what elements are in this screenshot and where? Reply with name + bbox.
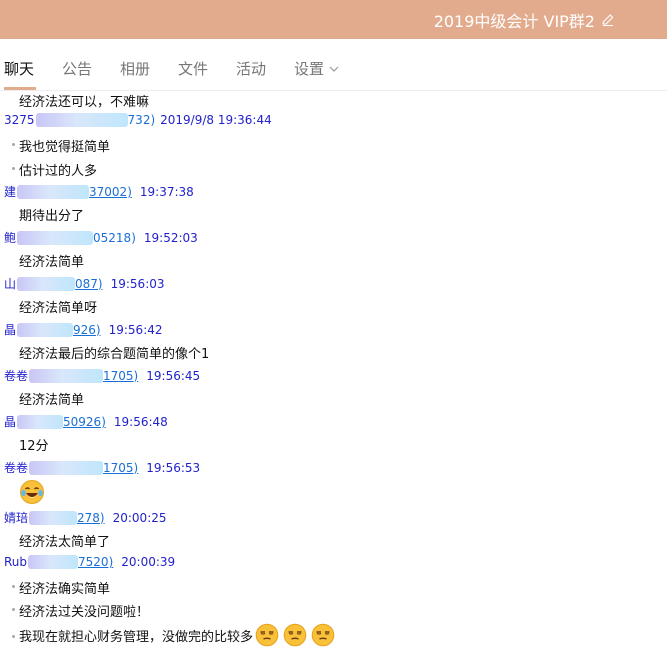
sender-name: 晶	[4, 323, 17, 337]
title-bar: 2019中级会计 VIP群2	[0, 0, 667, 39]
tab-album[interactable]: 相册	[120, 58, 150, 79]
bullet-dot	[12, 143, 15, 146]
tab-settings[interactable]: 设置	[294, 58, 339, 79]
redacted-block	[17, 414, 64, 429]
sender-name: 晶	[4, 415, 17, 429]
message-sender[interactable]: 晶 50926) 19:56:48	[4, 413, 168, 430]
redacted-block	[17, 230, 94, 245]
tab-chat[interactable]: 聊天	[4, 58, 34, 79]
message-sender[interactable]: 婧琣 278) 20:00:25	[4, 509, 167, 526]
message-sender[interactable]: Rub 7520) 20:00:39	[4, 555, 175, 569]
message-sender[interactable]: 卷卷 1705) 19:56:53	[4, 459, 200, 476]
message-time: 19:37:38	[139, 184, 194, 199]
redacted-block	[17, 322, 74, 337]
message-sender[interactable]: 卷卷 1705) 19:56:45	[4, 367, 200, 384]
message-text-with-emoji: 我现在就担心财务管理，没做完的比较多	[19, 623, 335, 647]
redacted-block	[17, 184, 90, 199]
sender-name: Rub	[4, 555, 28, 569]
tab-bar: 聊天 公告 相册 文件 活动 设置	[0, 39, 667, 91]
bullet-dot	[12, 167, 15, 170]
sender-name: 卷卷	[4, 369, 29, 383]
message-text: 我现在就担心财务管理，没做完的比较多	[19, 629, 254, 645]
message-text: 经济法确实简单	[19, 582, 111, 597]
tab-settings-label: 设置	[294, 60, 325, 78]
message-text: 经济法简单	[19, 393, 85, 408]
message-sender[interactable]: 建 37002) 19:37:38	[4, 183, 194, 200]
message-text: 12分	[19, 439, 49, 454]
message-text: 我也觉得挺简单	[19, 140, 111, 155]
sender-id[interactable]: 1705)	[103, 369, 138, 383]
message-time: 19:52:03	[143, 230, 198, 245]
message-time: 19:56:42	[108, 322, 163, 337]
message-time: 19:56:45	[146, 368, 201, 383]
redacted-block	[29, 460, 104, 475]
chat-log[interactable]: 经济法还可以，不难嘛 3275 732) 2019/9/8 19:36:44 我…	[0, 91, 667, 651]
sender-id[interactable]: 278)	[77, 511, 105, 525]
redacted-block	[35, 113, 128, 127]
redacted-block	[29, 368, 104, 383]
tears-of-joy-emoji	[20, 480, 44, 504]
chevron-down-icon	[329, 66, 339, 72]
sender-id[interactable]: 7520)	[78, 555, 113, 569]
message-time: 19:56:48	[113, 414, 168, 429]
redacted-block	[28, 555, 79, 569]
sender-id[interactable]: 50926)	[63, 415, 106, 429]
sender-id[interactable]: 926)	[73, 323, 101, 337]
message-time: 20:00:25	[112, 510, 167, 525]
message-emoji	[19, 479, 45, 505]
group-title: 2019中级会计 VIP群2	[433, 12, 595, 31]
message-text: 经济法简单	[19, 255, 85, 270]
message-time: 19:56:53	[146, 460, 201, 475]
message-text: 经济法太简单了	[19, 535, 111, 550]
message-text: 经济法过关没问题啦！	[19, 605, 150, 620]
sender-name: 建	[4, 185, 17, 199]
bullet-dot	[12, 585, 15, 588]
message-text: 经济法简单呀	[19, 301, 98, 316]
sender-id[interactable]: 732)	[128, 113, 156, 127]
unamused-emoji	[283, 623, 307, 647]
tab-announcement[interactable]: 公告	[62, 58, 92, 79]
sender-name: 鲍	[4, 231, 17, 245]
sender-id[interactable]: 37002)	[89, 185, 132, 199]
sender-name: 3275	[4, 113, 35, 127]
sender-name: 山	[4, 277, 17, 291]
message-sender[interactable]: 山 087) 19:56:03	[4, 275, 165, 292]
tab-activity[interactable]: 活动	[236, 58, 266, 79]
unamused-emoji	[255, 623, 279, 647]
active-tab-indicator	[4, 87, 36, 90]
redacted-block	[17, 276, 76, 291]
group-title-area[interactable]: 2019中级会计 VIP群2	[434, 8, 615, 32]
message-text: 经济法最后的综合题简单的像个1	[19, 347, 210, 362]
message-text: 估计过的人多	[19, 164, 98, 179]
tab-files[interactable]: 文件	[178, 58, 208, 79]
message-time: 19:56:03	[110, 276, 165, 291]
sender-name: 卷卷	[4, 461, 29, 475]
message-sender[interactable]: 晶 926) 19:56:42	[4, 321, 163, 338]
message-time: 20:00:39	[121, 555, 176, 569]
bullet-dot	[12, 635, 15, 638]
message-time: 2019/9/8 19:36:44	[160, 113, 272, 127]
pencil-icon[interactable]	[601, 13, 615, 27]
bullet-dot	[12, 608, 15, 611]
redacted-block	[29, 510, 78, 525]
message-sender[interactable]: 鲍 05218) 19:52:03	[4, 229, 198, 246]
sender-id[interactable]: 05218)	[93, 231, 136, 245]
unamused-emoji	[311, 623, 335, 647]
sender-id[interactable]: 087)	[75, 277, 103, 291]
sender-id[interactable]: 1705)	[103, 461, 138, 475]
message-text: 经济法还可以，不难嘛	[19, 95, 150, 110]
message-sender[interactable]: 3275 732) 2019/9/8 19:36:44	[4, 113, 272, 127]
sender-name: 婧琣	[4, 511, 29, 525]
message-text: 期待出分了	[19, 209, 85, 224]
